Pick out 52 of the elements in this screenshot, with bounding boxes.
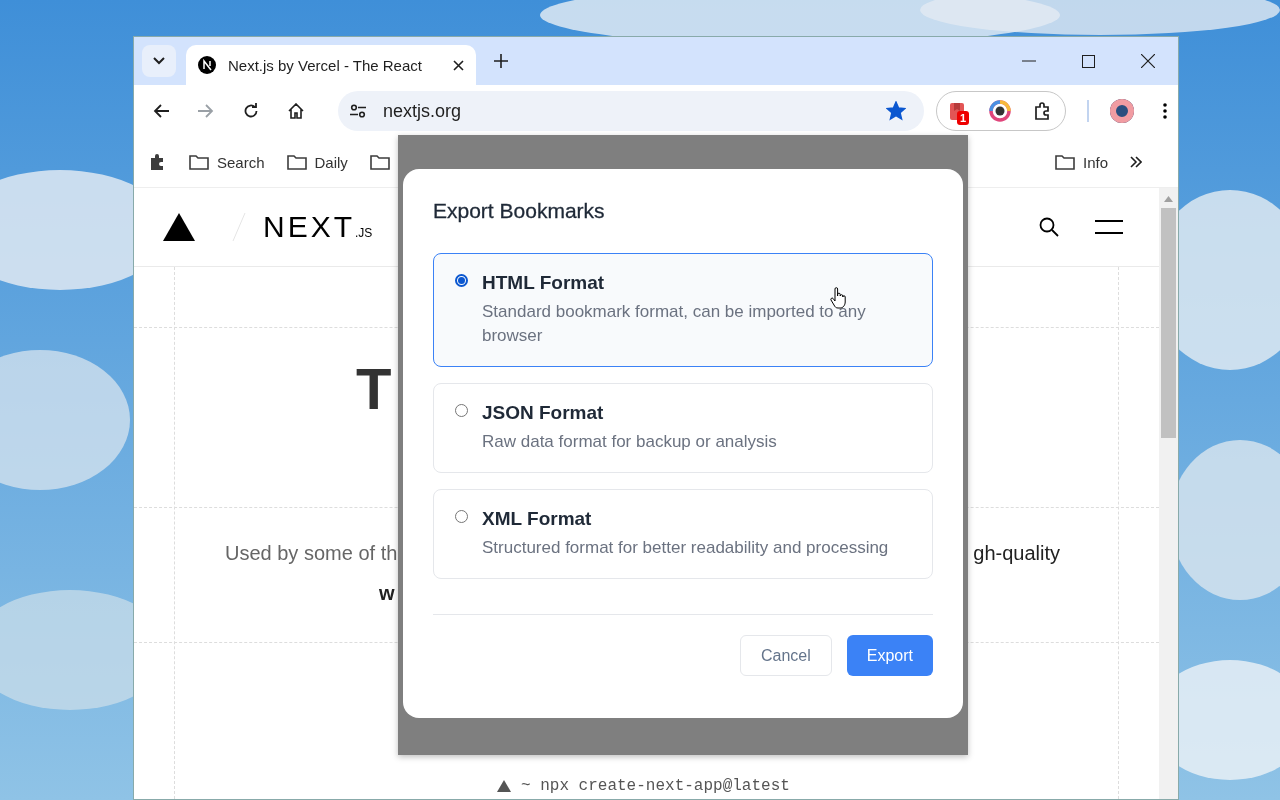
tab-search-button[interactable]	[142, 45, 176, 77]
option-description: Structured format for better readability and processing	[482, 537, 889, 559]
notification-badge: 1	[957, 111, 970, 125]
tagline-text: gh-quality	[973, 542, 1061, 565]
logo-wordmark[interactable]: NEXT.JS	[263, 210, 373, 244]
option-label: HTML Format	[482, 272, 606, 294]
dialog-title: Export Bookmarks	[433, 199, 606, 223]
reload-icon[interactable]	[243, 103, 259, 119]
folder-icon	[286, 154, 307, 170]
option-description: Standard bookmark format, can be imported to any browser	[482, 301, 867, 347]
folder-icon[interactable]	[369, 154, 390, 170]
option-label: XML Format	[482, 508, 593, 530]
home-icon[interactable]	[288, 103, 304, 119]
radio-button[interactable]	[455, 274, 468, 287]
n-logo-icon	[198, 56, 216, 74]
bookmark-folder[interactable]: Search	[189, 153, 265, 171]
option-description: Raw data format for backup or analysis	[482, 431, 777, 453]
slash-separator	[231, 213, 247, 241]
new-tab-icon[interactable]	[494, 54, 508, 68]
tagline-text: Used by some of th	[225, 542, 398, 565]
option-label: JSON Format	[482, 402, 605, 424]
bookmark-folder[interactable]: Info	[1054, 153, 1108, 171]
menu-icon[interactable]	[1095, 220, 1123, 234]
forward-icon[interactable]	[198, 104, 214, 118]
hero-heading: T	[356, 355, 390, 422]
address-bar[interactable]: nextjs.org	[338, 91, 924, 131]
format-option[interactable]: JSON Format Raw data format for backup or analysis	[433, 383, 933, 473]
folder-icon	[1054, 154, 1075, 170]
tagline-text: w	[379, 582, 395, 605]
triangle-icon	[497, 780, 511, 792]
chevron-double-right-icon[interactable]	[1130, 156, 1142, 168]
chevron-down-icon	[153, 57, 165, 65]
format-option[interactable]: XML Format Structured format for better readability and processing	[433, 489, 933, 579]
back-icon[interactable]	[153, 104, 169, 118]
site-settings-icon[interactable]	[350, 104, 366, 118]
profile-avatar[interactable]	[1110, 99, 1134, 123]
format-option[interactable]: HTML Format Standard bookmark format, can be imported to any browser	[433, 253, 933, 367]
color-ring-icon[interactable]	[989, 100, 1011, 122]
bookmark-folder[interactable]: Daily	[286, 153, 348, 171]
triangle-logo-icon	[163, 213, 195, 241]
folder-icon	[189, 154, 209, 170]
maximize-icon[interactable]	[1082, 54, 1095, 68]
search-icon[interactable]	[1039, 217, 1059, 237]
export-button[interactable]: Export	[846, 635, 933, 676]
cancel-button[interactable]: Cancel	[739, 635, 832, 676]
scrollbar-thumb[interactable]	[1161, 208, 1176, 438]
command-text: ~ npx create-next-app@latest	[521, 777, 790, 795]
star-icon[interactable]	[886, 101, 906, 121]
browser-tab[interactable]: Next.js by Vercel - The React	[186, 45, 476, 85]
close-icon[interactable]	[1141, 54, 1155, 68]
close-icon[interactable]	[453, 59, 464, 71]
more-icon[interactable]	[1163, 103, 1167, 119]
